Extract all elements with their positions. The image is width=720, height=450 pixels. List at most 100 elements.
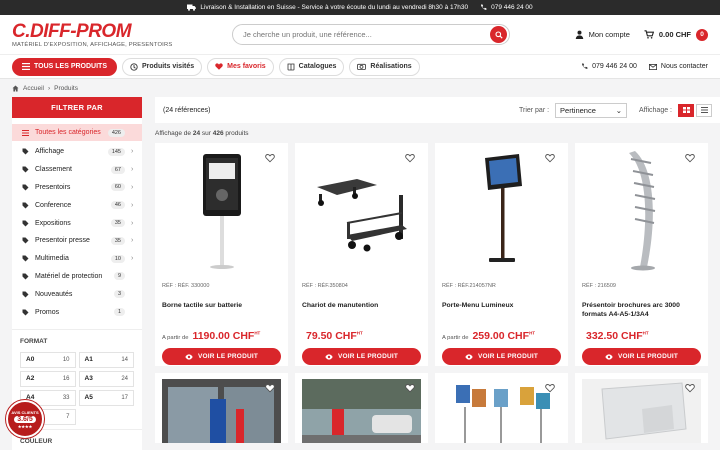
category-item-conference[interactable]: Conference 46 ›: [12, 196, 142, 214]
view-product-button[interactable]: VOIR LE PRODUIT: [442, 348, 561, 365]
product-image[interactable]: [162, 379, 281, 443]
sort-select[interactable]: Pertinence ⌄: [555, 102, 628, 118]
price-from: A partir de: [442, 335, 469, 341]
chevron-right-icon: ›: [131, 237, 134, 245]
category-item-promos[interactable]: Promos 1: [12, 303, 142, 321]
delivery-message: Livraison & Installation en Suisse - Ser…: [200, 4, 469, 11]
category-list: Toutes les catégories 426 Affichage 145 …: [12, 118, 142, 325]
format-option[interactable]: A0 10: [20, 351, 76, 368]
favorite-heart-icon[interactable]: [685, 383, 695, 393]
search-button[interactable]: [490, 26, 507, 43]
visited-products-label: Produits visités: [142, 63, 195, 70]
category-label: Presentoir presse: [35, 237, 90, 245]
product-card[interactable]: RÉF : RÉF.214057NR Porte-Menu Lumineux A…: [435, 143, 568, 366]
favorite-heart-icon[interactable]: [685, 153, 695, 163]
product-card[interactable]: [435, 373, 568, 443]
product-card[interactable]: RÉF : RÉF.350804 Chariot de manutention …: [295, 143, 428, 366]
category-count: 67: [110, 165, 125, 174]
home-icon[interactable]: [12, 85, 19, 92]
product-image[interactable]: [442, 379, 561, 443]
category-item-multimedia[interactable]: Multimedia 10 ›: [12, 250, 142, 268]
format-label: A1: [84, 356, 93, 364]
category-item-protection[interactable]: Matériel de protection 9: [12, 268, 142, 286]
catalogues-button[interactable]: Catalogues: [278, 57, 345, 76]
product-card[interactable]: RÉF : 216509 Présentoir brochures arc 30…: [575, 143, 708, 366]
format-count: 17: [121, 394, 128, 401]
product-image[interactable]: [582, 149, 701, 271]
favorite-heart-icon[interactable]: [265, 383, 275, 393]
category-item-nouveautes[interactable]: Nouveautés 3: [12, 285, 142, 303]
product-image[interactable]: [162, 149, 281, 271]
chevron-right-icon: ›: [131, 255, 134, 263]
category-count: 10: [110, 254, 125, 263]
product-ref: RÉF : RÉF. 330000: [162, 283, 210, 289]
price-value: 332.50 CHFHT: [586, 330, 649, 342]
product-name[interactable]: Présentoir brochures arc 3000 formats A4…: [582, 301, 701, 325]
chevron-down-icon: ⌄: [615, 105, 623, 115]
contact-link[interactable]: Nous contacter: [648, 63, 708, 70]
chevron-right-icon: ›: [131, 148, 134, 156]
format-count: 16: [62, 375, 70, 382]
format-option[interactable]: A5 17: [78, 389, 134, 406]
showing-mid: sur: [201, 130, 211, 137]
visited-products-button[interactable]: Produits visités: [122, 57, 203, 76]
site-logo[interactable]: C.DIFF-PROM MATÉRIEL D'EXPOSITION, AFFIC…: [12, 20, 182, 48]
grid-view-button[interactable]: [678, 103, 694, 117]
seal-score: 3.6/5: [14, 415, 36, 423]
category-item-affichage[interactable]: Affichage 145 ›: [12, 143, 142, 161]
seal-stars: ★★★★: [17, 423, 33, 429]
list-view-button[interactable]: [696, 103, 712, 117]
product-image[interactable]: [442, 149, 561, 271]
display-label: Affichage :: [639, 106, 672, 114]
chevron-right-icon: ›: [131, 183, 134, 191]
format-option[interactable]: A2 16: [20, 370, 76, 387]
nav-phone-number: 079 446 24 00: [592, 63, 637, 70]
product-image[interactable]: [582, 379, 701, 443]
product-card[interactable]: [155, 373, 288, 443]
product-grid: RÉF : RÉF. 330000 Borne tactile sur batt…: [155, 143, 720, 443]
breadcrumb-separator: ›: [47, 84, 51, 92]
realisations-button[interactable]: Réalisations: [349, 57, 420, 76]
nav-phone[interactable]: 079 446 24 00: [581, 63, 637, 70]
reviews-seal[interactable]: AVIS CLIENTS 3.6/5 ★★★★: [6, 400, 44, 438]
product-price: A partir de 259.00 CHFHT: [442, 330, 561, 344]
cart-link[interactable]: 0.00 CHF 0: [644, 28, 708, 41]
favorite-heart-icon[interactable]: [405, 153, 415, 163]
favorite-heart-icon[interactable]: [405, 383, 415, 393]
favorite-heart-icon[interactable]: [545, 383, 555, 393]
product-card[interactable]: [575, 373, 708, 443]
all-products-label: TOUS LES PRODUITS: [34, 63, 107, 70]
product-name[interactable]: Porte-Menu Lumineux: [442, 301, 561, 325]
product-card[interactable]: [295, 373, 428, 443]
seal-label: AVIS CLIENTS: [11, 409, 39, 415]
breadcrumb-home[interactable]: Accueil: [23, 85, 44, 92]
site-header: C.DIFF-PROM MATÉRIEL D'EXPOSITION, AFFIC…: [0, 15, 720, 55]
favorite-heart-icon[interactable]: [545, 153, 555, 163]
category-item-classement[interactable]: Classement 67 ›: [12, 161, 142, 179]
product-name[interactable]: Borne tactile sur batterie: [162, 301, 281, 325]
format-label: A3: [84, 375, 93, 383]
category-item-presentoirs[interactable]: Presentoirs 60 ›: [12, 179, 142, 197]
category-item-all[interactable]: Toutes les catégories 426: [12, 124, 142, 141]
category-item-expositions[interactable]: Expositions 35 ›: [12, 214, 142, 232]
view-product-button[interactable]: VOIR LE PRODUIT: [302, 348, 421, 365]
view-product-button[interactable]: VOIR LE PRODUIT: [582, 348, 701, 365]
format-option[interactable]: A3 24: [78, 370, 134, 387]
touch-kiosk-image: [202, 154, 241, 269]
product-image[interactable]: [302, 149, 421, 271]
product-card[interactable]: RÉF : RÉF. 330000 Borne tactile sur batt…: [155, 143, 288, 366]
favorites-button[interactable]: Mes favoris: [207, 57, 274, 76]
logo-name: C.DIFF-PROM: [12, 20, 132, 42]
account-link[interactable]: Mon compte: [575, 30, 630, 39]
favorite-heart-icon[interactable]: [265, 153, 275, 163]
price-amount: 79.50 CHF: [306, 330, 357, 342]
category-item-presentoir-presse[interactable]: Presentoir presse 35 ›: [12, 232, 142, 250]
top-phone[interactable]: 079 446 24 00: [480, 4, 533, 11]
product-name[interactable]: Chariot de manutention: [302, 301, 421, 325]
search-input[interactable]: [243, 30, 463, 39]
history-icon: [130, 62, 138, 71]
all-products-button[interactable]: TOUS LES PRODUITS: [12, 57, 117, 76]
format-option[interactable]: A1 14: [78, 351, 134, 368]
view-product-button[interactable]: VOIR LE PRODUIT: [162, 348, 281, 365]
product-image[interactable]: [302, 379, 421, 443]
